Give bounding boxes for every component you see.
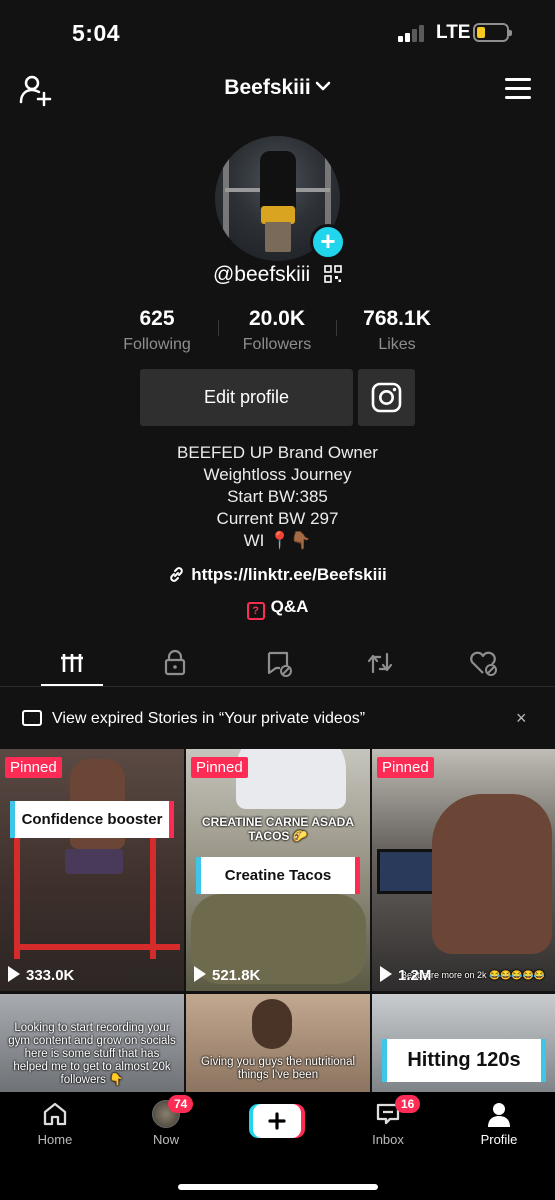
stat-following[interactable]: 625 Following <box>97 307 217 354</box>
top-nav: Beefskiii <box>0 66 555 114</box>
username-label: Beefskiii <box>224 76 311 99</box>
close-icon[interactable]: × <box>516 708 527 729</box>
qa-icon: ? <box>246 602 265 620</box>
qr-code-icon[interactable] <box>324 265 342 283</box>
tab-private-lock-icon[interactable] <box>155 648 195 678</box>
nav-now[interactable]: Now <box>126 1100 206 1147</box>
pinned-badge: Pinned <box>377 757 434 778</box>
instagram-icon <box>371 382 402 413</box>
pinned-badge: Pinned <box>191 757 248 778</box>
account-switcher[interactable]: Beefskiii <box>0 76 555 100</box>
link-text: https://linktr.ee/Beefskiii <box>191 565 387 584</box>
add-story-icon[interactable]: + <box>310 224 346 260</box>
video-caption: Confidence booster <box>10 801 174 838</box>
pinned-badge: Pinned <box>5 757 62 778</box>
stat-value: 768.1K <box>363 307 431 330</box>
view-count: 521.8K <box>194 966 260 984</box>
video-thumbnail[interactable]: Pinned Beat scre more on 2k 😂😂😂😂😂 1.2M <box>372 749 555 991</box>
notification-badge: 74 <box>168 1095 194 1113</box>
video-thumbnail[interactable]: Giving you guys the nutritional things I… <box>186 994 370 1094</box>
nav-label: Now <box>152 1132 179 1147</box>
video-thumbnail[interactable]: Pinned CREATINE CARNE ASADA TACOS 🌮 Crea… <box>186 749 370 991</box>
banner-text: View expired Stories in “Your private vi… <box>52 710 366 727</box>
tab-reposts-icon[interactable] <box>360 648 400 678</box>
view-count: 333.0K <box>8 966 74 984</box>
play-icon <box>8 966 20 982</box>
stat-label: Followers <box>242 336 312 353</box>
view-count-value: 333.0K <box>26 967 75 984</box>
menu-icon[interactable] <box>505 78 531 100</box>
view-count-value: 1.2M <box>398 967 432 984</box>
video-overlay-text: Giving you guys the nutritional things I… <box>200 1056 356 1081</box>
view-count-value: 521.8K <box>212 967 261 984</box>
home-icon <box>43 1102 67 1126</box>
bio-line: BEEFED UP Brand Owner <box>177 443 378 462</box>
edit-profile-button[interactable]: Edit profile <box>140 369 353 426</box>
status-bar: 5:04 LTE <box>0 0 555 66</box>
profile-handle-row: @beefskiii <box>0 263 555 287</box>
video-thumbnail[interactable]: Looking to start recording your gym cont… <box>0 994 184 1094</box>
tab-reposts-hidden-icon[interactable] <box>258 648 298 678</box>
tab-liked-hidden-icon[interactable] <box>463 648 503 678</box>
link-icon <box>170 567 184 582</box>
signal-icon <box>398 24 428 42</box>
video-caption: Hitting 120s <box>382 1039 546 1082</box>
profile-tabs <box>0 640 555 687</box>
bio-link[interactable]: https://linktr.ee/Beefskiii <box>0 565 555 585</box>
stat-label: Following <box>123 336 191 353</box>
home-indicator[interactable] <box>178 1184 378 1190</box>
nav-label: Profile <box>480 1132 518 1147</box>
instagram-button[interactable] <box>358 369 415 426</box>
profile-handle: @beefskiii <box>212 263 311 286</box>
nav-label: Home <box>37 1132 73 1147</box>
bio-line: Weightloss Journey <box>203 465 352 484</box>
play-icon <box>194 966 206 982</box>
nav-home[interactable]: Home <box>15 1100 95 1147</box>
video-thumbnail[interactable]: Pinned Confidence booster 333.0K <box>0 749 184 991</box>
stat-value: 20.0K <box>248 307 306 330</box>
status-time: 5:04 <box>72 20 121 46</box>
video-overlay-text: CREATINE CARNE ASADA TACOS 🌮 <box>201 815 354 843</box>
battery-icon <box>473 23 512 42</box>
bio: BEEFED UP Brand Owner Weightloss Journey… <box>0 442 555 552</box>
qa-label: Q&A <box>270 597 309 616</box>
chevron-down-icon <box>315 79 331 97</box>
profile-icon <box>488 1103 510 1127</box>
video-caption: Creatine Tacos <box>196 857 360 894</box>
nav-profile[interactable]: Profile <box>459 1100 539 1147</box>
network-type: LTE <box>436 22 471 43</box>
qa-button[interactable]: ? Q&A <box>0 597 555 620</box>
video-thumbnail[interactable]: Hitting 120s <box>372 994 555 1094</box>
view-count: 1.2M <box>380 966 431 984</box>
tab-videos[interactable] <box>52 648 92 678</box>
stat-likes[interactable]: 768.1K Likes <box>337 307 457 354</box>
video-overlay-text: Looking to start recording your gym cont… <box>8 1022 176 1086</box>
bio-line: WI 📍👇🏾 <box>243 531 312 550</box>
notification-badge: 16 <box>395 1095 421 1113</box>
create-plus-icon <box>249 1104 305 1138</box>
bio-line: Current BW 297 <box>216 509 339 528</box>
nav-label: Inbox <box>372 1132 404 1147</box>
camera-plus-icon <box>22 710 42 726</box>
stat-label: Likes <box>378 336 416 353</box>
expired-stories-banner[interactable]: View expired Stories in “Your private vi… <box>0 700 555 738</box>
active-tab-indicator <box>41 684 103 686</box>
stat-followers[interactable]: 20.0K Followers <box>217 307 337 354</box>
play-icon <box>380 966 392 982</box>
create-button[interactable] <box>249 1104 305 1138</box>
stat-value: 625 <box>139 307 175 330</box>
bio-line: Start BW:385 <box>227 487 328 506</box>
